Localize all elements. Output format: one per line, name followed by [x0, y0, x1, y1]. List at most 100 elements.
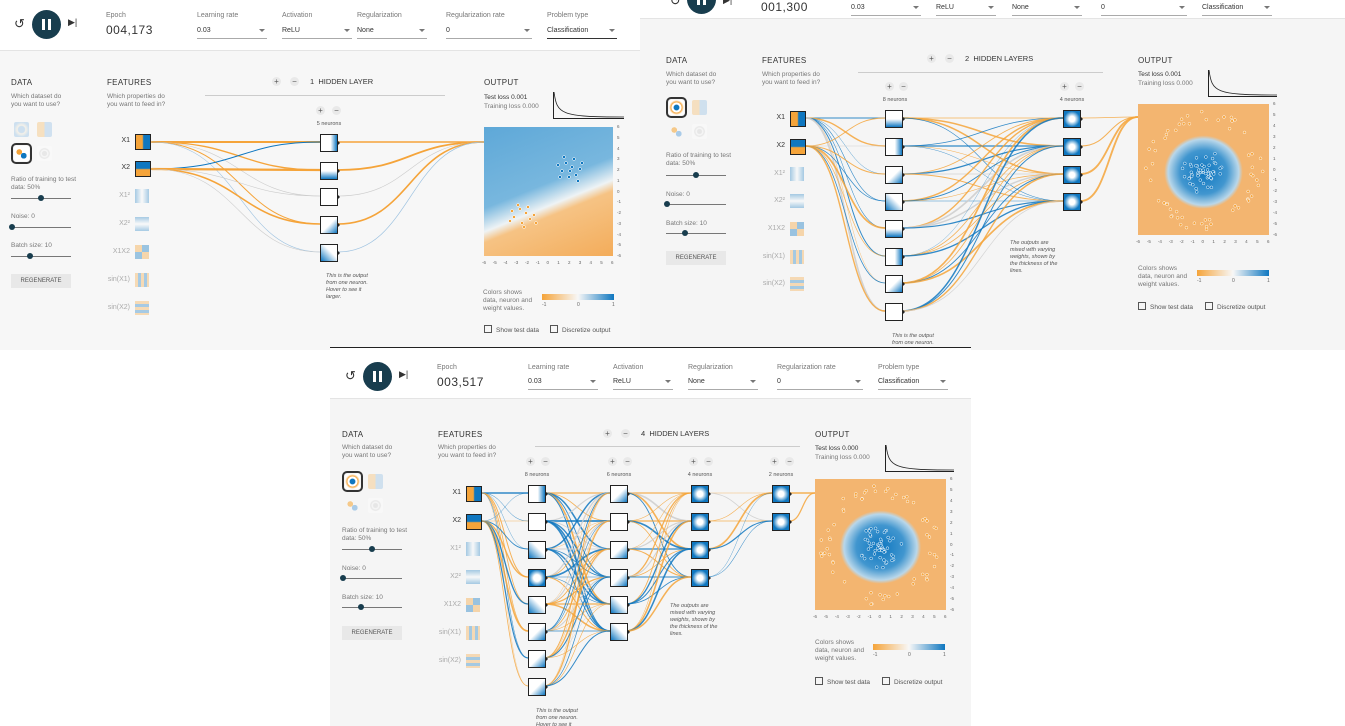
neuron[interactable] [528, 596, 548, 614]
feature-sinx2[interactable] [790, 277, 804, 291]
checkbox-box[interactable] [882, 677, 890, 685]
feature-x2[interactable] [135, 161, 151, 177]
discretize-output-checkbox[interactable]: Discretize output [1205, 302, 1265, 311]
x-tick-label: 6 [1267, 239, 1270, 244]
feature-x1sq[interactable] [466, 542, 480, 556]
neuron[interactable] [528, 623, 548, 641]
y-tick-label: -6 [1273, 232, 1278, 237]
neuron[interactable] [1063, 166, 1083, 184]
output-heatmap[interactable] [484, 127, 613, 256]
checkbox-box[interactable] [1138, 302, 1146, 310]
feature-x1x2[interactable] [790, 222, 804, 236]
output-heatmap[interactable] [1138, 104, 1269, 235]
neuron[interactable] [772, 485, 792, 503]
data-point [1246, 189, 1250, 194]
neuron[interactable] [885, 138, 905, 156]
neuron[interactable] [320, 216, 340, 234]
neuron[interactable] [1063, 138, 1083, 156]
loss-readout: Test loss 0.000 Training loss 0.000 [815, 444, 870, 462]
link [706, 492, 773, 522]
checkbox-box[interactable] [484, 325, 492, 333]
discretize-output-checkbox[interactable]: Discretize output [882, 677, 942, 686]
data-point [934, 526, 938, 530]
neuron[interactable] [885, 166, 905, 184]
neuron[interactable] [528, 678, 548, 696]
feature-sinx1[interactable] [466, 626, 480, 640]
neuron[interactable] [320, 134, 340, 152]
neuron[interactable] [885, 110, 905, 128]
data-point [911, 582, 915, 586]
feature-sinx1[interactable] [135, 273, 149, 287]
neuron[interactable] [885, 248, 905, 266]
feature-x2sq[interactable] [135, 217, 149, 231]
neuron[interactable] [610, 623, 630, 641]
neuron[interactable] [772, 513, 792, 531]
feature-x1[interactable] [466, 486, 482, 502]
neuron[interactable] [610, 596, 630, 614]
neuron[interactable] [1063, 110, 1083, 128]
show-test-data-checkbox[interactable]: Show test data [815, 677, 870, 686]
feature-x2sq[interactable] [790, 194, 804, 208]
feature-x2sq[interactable] [466, 570, 480, 584]
data-point [1187, 122, 1192, 126]
data-point [927, 535, 932, 539]
data-point [1187, 177, 1191, 181]
feature-x1[interactable] [790, 111, 806, 127]
neuron[interactable] [528, 541, 548, 559]
link [1080, 116, 1139, 147]
neuron[interactable] [610, 513, 630, 531]
neuron[interactable] [691, 513, 711, 531]
feature-label-x2sq: X2² [450, 573, 461, 580]
neuron[interactable] [610, 541, 630, 559]
neuron[interactable] [528, 485, 548, 503]
data-point [1218, 166, 1222, 170]
link [805, 145, 886, 312]
x-tick-label: -2 [1179, 239, 1184, 244]
show-test-data-checkbox[interactable]: Show test data [484, 325, 539, 334]
feature-sinx2[interactable] [135, 301, 149, 315]
neuron[interactable] [528, 513, 548, 531]
color-scale-mid: 0 [1232, 278, 1235, 284]
link [805, 145, 886, 257]
y-tick-label: -5 [1273, 221, 1278, 227]
neuron[interactable] [691, 485, 711, 503]
neuron[interactable] [320, 244, 340, 262]
neuron[interactable] [320, 188, 340, 206]
feature-x1sq[interactable] [790, 167, 804, 181]
neuron[interactable] [320, 162, 340, 180]
neuron[interactable] [885, 193, 905, 211]
feature-sinx2[interactable] [466, 654, 480, 668]
feature-x2[interactable] [466, 514, 482, 530]
y-tick-label: 3 [617, 156, 620, 162]
neuron[interactable] [691, 541, 711, 559]
neuron[interactable] [885, 303, 905, 321]
data-point [882, 530, 886, 535]
feature-x2[interactable] [790, 139, 806, 155]
checkbox-box[interactable] [550, 325, 558, 333]
neuron[interactable] [528, 650, 548, 668]
data-point [1200, 109, 1204, 114]
neuron[interactable] [1063, 193, 1083, 211]
link [481, 520, 529, 659]
neuron[interactable] [885, 220, 905, 238]
feature-sinx1[interactable] [790, 250, 804, 264]
feature-x1x2[interactable] [135, 245, 149, 259]
output-heatmap[interactable] [815, 479, 946, 610]
feature-x1[interactable] [135, 134, 151, 150]
checkbox-box[interactable] [815, 677, 823, 685]
show-test-data-checkbox[interactable]: Show test data [1138, 302, 1193, 311]
data-point [854, 492, 858, 496]
checkbox-box[interactable] [1205, 302, 1213, 310]
neuron[interactable] [691, 569, 711, 587]
feature-x1x2[interactable] [466, 598, 480, 612]
discretize-output-checkbox[interactable]: Discretize output [550, 325, 610, 334]
training-loss: Training loss 0.000 [1138, 80, 1193, 87]
neuron[interactable] [610, 569, 630, 587]
neuron[interactable] [885, 275, 905, 293]
neuron[interactable] [528, 569, 548, 587]
data-point [866, 547, 871, 551]
neuron[interactable] [610, 485, 630, 503]
link [151, 141, 321, 225]
feature-x1sq[interactable] [135, 189, 149, 203]
x-tick-label: 1 [889, 614, 892, 619]
